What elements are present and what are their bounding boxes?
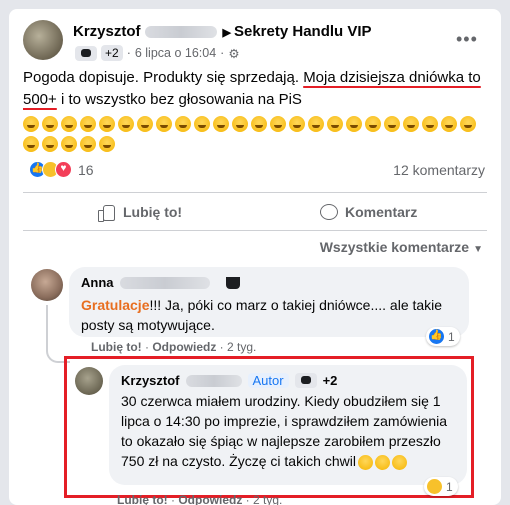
love-reaction-icon: ♥ (55, 161, 72, 178)
grinning-emoji-icon (23, 116, 39, 133)
grinning-emoji-icon (118, 116, 134, 133)
post-header: Krzysztof ▶ Sekrety Handlu VIP (73, 23, 372, 40)
reply-like-count[interactable]: 1 (424, 477, 458, 496)
smile-emoji-icon (391, 454, 407, 470)
grinning-emoji-icon (460, 116, 476, 133)
grinning-emoji-icon (80, 116, 96, 133)
post-date[interactable]: 6 lipca o 16:04 (135, 46, 216, 60)
grinning-emoji-icon (251, 116, 267, 133)
reactions-summary[interactable]: 👍 ♥ 16 (29, 161, 94, 178)
blurred-surname (144, 26, 217, 39)
upside-down-emoji-icon (357, 454, 373, 470)
grinning-emoji-icon (42, 116, 58, 133)
comment-sort-dropdown[interactable]: Wszystkie komentarze ▼ (320, 239, 483, 255)
grinning-emoji-icon (232, 116, 248, 133)
author-name[interactable]: Krzysztof (73, 23, 141, 40)
grinning-emoji-icon (137, 116, 153, 133)
grinning-emoji-icon (270, 116, 286, 133)
coffee-cup-icon (225, 276, 240, 289)
emoji-row (23, 113, 493, 153)
chevron-down-icon: ▼ (473, 244, 483, 255)
grinning-emoji-icon (99, 136, 115, 153)
wow-reaction-icon (426, 478, 443, 495)
reply-reply-link[interactable]: Odpowiedz (178, 493, 242, 505)
grinning-emoji-icon (194, 116, 210, 133)
grinning-emoji-icon (422, 116, 438, 133)
ellipsis-icon[interactable]: ••• (456, 29, 478, 50)
post-text: Pogoda dopisuje. Produkty się sprzedają.… (23, 69, 481, 108)
grinning-emoji-icon (403, 116, 419, 133)
comment-text: Gratulacje!!! Ja, póki co marz o takiej … (81, 297, 443, 333)
grinning-emoji-icon (327, 116, 343, 133)
reply-bubble: Krzysztof Autor +2 30 czerwca miałem uro… (109, 365, 467, 485)
group-badge-icon[interactable] (294, 373, 317, 388)
grinning-emoji-icon (175, 116, 191, 133)
blurred-surname (119, 276, 210, 289)
grinning-emoji-icon (23, 136, 39, 153)
arrow-right-icon: ▶ (222, 27, 231, 39)
reply-time[interactable]: 2 tyg. (253, 493, 282, 505)
smile-emoji-icon (374, 454, 390, 470)
like-button[interactable]: Lubię to! (97, 203, 182, 222)
grinning-emoji-icon (346, 116, 362, 133)
comment-like-count[interactable]: 👍 1 (426, 327, 460, 346)
grinning-emoji-icon (61, 136, 77, 153)
post-meta: +2 · 6 lipca o 16:04 · ⚙ (75, 45, 240, 61)
comment-author[interactable]: Anna (81, 275, 114, 290)
reply-author[interactable]: Krzysztof (121, 373, 180, 388)
avatar[interactable] (23, 20, 63, 60)
grinning-emoji-icon (42, 136, 58, 153)
reply-text: 30 czerwca miałem urodziny. Kiedy obudzi… (121, 393, 448, 470)
comment-actions: Lubię to! · Odpowiedz · 2 tyg. (91, 340, 257, 354)
divider (23, 192, 487, 193)
reply-actions: Lubię to! · Odpowiedz · 2 tyg. (117, 493, 283, 505)
grinning-emoji-icon (289, 116, 305, 133)
badge-extra[interactable]: +2 (323, 373, 338, 388)
comment-icon (319, 203, 338, 221)
like-reaction-icon: 👍 (428, 328, 445, 345)
comments-count[interactable]: 12 komentarzy (393, 162, 485, 178)
comment-reply-link[interactable]: Odpowiedz (152, 340, 216, 354)
grinning-emoji-icon (213, 116, 229, 133)
grinning-emoji-icon (308, 116, 324, 133)
grinning-emoji-icon (441, 116, 457, 133)
group-badge-icon[interactable] (75, 45, 97, 61)
grinning-emoji-icon (61, 116, 77, 133)
avatar[interactable] (75, 367, 103, 395)
thread-connector (46, 305, 70, 363)
comment-like-link[interactable]: Lubię to! (91, 340, 142, 354)
grinning-emoji-icon (99, 116, 115, 133)
grinning-emoji-icon (384, 116, 400, 133)
reply-like-link[interactable]: Lubię to! (117, 493, 168, 505)
divider (23, 230, 487, 231)
comment-button[interactable]: Komentarz (319, 203, 417, 221)
grinning-emoji-icon (365, 116, 381, 133)
avatar[interactable] (31, 269, 63, 301)
thumbs-up-icon (97, 203, 115, 222)
reaction-count[interactable]: 16 (78, 162, 94, 178)
post-card: Krzysztof ▶ Sekrety Handlu VIP +2 · 6 lipc… (9, 9, 501, 505)
grinning-emoji-icon (156, 116, 172, 133)
globe-icon: ⚙ (228, 46, 240, 61)
author-badge: Autor (247, 373, 289, 388)
grinning-emoji-icon (80, 136, 96, 153)
comment-time[interactable]: 2 tyg. (227, 340, 256, 354)
comment-bubble: Anna Gratulacje!!! Ja, póki co marz o ta… (69, 267, 469, 337)
badge-extra[interactable]: +2 (101, 45, 123, 61)
blurred-surname (185, 374, 242, 387)
group-name[interactable]: Sekrety Handlu VIP (234, 23, 372, 40)
